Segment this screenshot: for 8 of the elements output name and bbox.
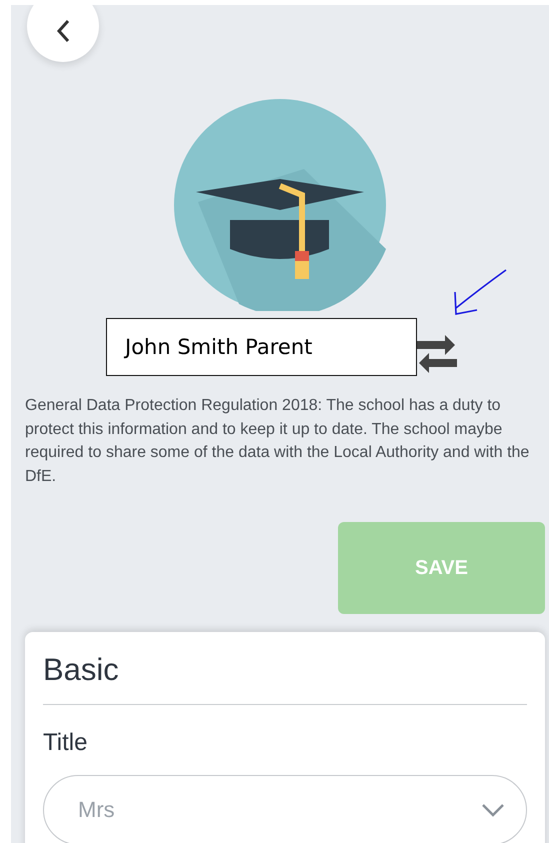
title-select[interactable]: Mrs [43,775,527,843]
name-label: John Smith Parent [106,318,417,376]
back-icon [56,19,70,43]
chevron-down-icon [482,804,504,816]
gdpr-notice: General Data Protection Regulation 2018: The school has a duty to protect this information and to keep it up to date. The school maybe required to share some of the data with the Local Authority and with the DfE. [25,396,530,486]
swap-arrows-icon[interactable] [417,335,457,373]
card-title: Basic [43,652,527,705]
field-label: Title [43,729,88,757]
